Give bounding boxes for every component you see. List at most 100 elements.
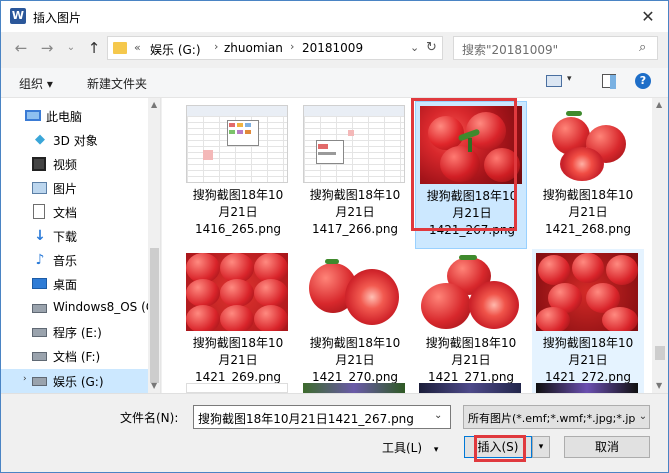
file-grid-scrollbar[interactable]: ▲ ▼: [652, 98, 668, 393]
sidebar-item-this-pc[interactable]: 此电脑: [1, 104, 148, 128]
file-grid-scroll-thumb[interactable]: [655, 346, 665, 360]
chevron-right-icon[interactable]: ›: [290, 40, 294, 53]
search-box[interactable]: 搜索"20181009" ⌕: [453, 36, 658, 60]
divider: [1, 393, 668, 394]
sidebar-item-drive-g[interactable]: › 娱乐 (G:): [1, 369, 148, 393]
help-icon[interactable]: ?: [635, 73, 651, 89]
scroll-up-icon[interactable]: ▲: [656, 100, 662, 109]
view-icon[interactable]: [546, 75, 562, 87]
refresh-icon[interactable]: ↻: [426, 40, 437, 55]
tools-button[interactable]: 工具(L) ▾: [382, 439, 438, 456]
tomato-thumbnail: [536, 253, 638, 331]
folder-icon: [113, 42, 127, 54]
file-item[interactable]: 搜狗截图18年10 月21日 1421_270.png: [299, 249, 411, 393]
sidebar-item-documents[interactable]: 文档: [1, 200, 148, 224]
drive-icon: [32, 328, 47, 337]
sidebar-item-label: 3D 对象: [53, 134, 98, 148]
file-item[interactable]: 搜狗截图18年10 月21日 1421_271.png: [415, 249, 527, 393]
scroll-right-icon[interactable]: ›: [148, 377, 162, 393]
chevron-down-icon[interactable]: ⌄: [410, 41, 419, 54]
file-name: 搜狗截图18年10 月21日 1421_271.png: [425, 336, 517, 384]
music-icon: ♪: [35, 252, 45, 268]
search-input[interactable]: 搜索"20181009": [462, 41, 558, 58]
window-title: 插入图片: [33, 11, 82, 25]
breadcrumb-overflow[interactable]: «: [134, 41, 141, 54]
file-name: 搜狗截图18年10 月21日 1421_272.png: [542, 336, 634, 384]
sidebar-item-label: 文档: [53, 206, 78, 220]
filetype-value: 所有图片(*.emf;*.wmf;*.jpg;*.jp: [468, 412, 636, 425]
file-name: 搜狗截图18年10 月21日 1421_270.png: [309, 336, 401, 384]
filename-input[interactable]: 搜狗截图18年10月21日1421_267.png ⌄: [193, 405, 451, 429]
chevron-down-icon[interactable]: ▾: [567, 74, 572, 84]
file-item[interactable]: 搜狗截图18年10 月21日 1421_268.png: [532, 101, 644, 249]
breadcrumb-current[interactable]: 20181009: [302, 41, 363, 55]
address-bar[interactable]: « 娱乐 (G:) › zhuomian › 20181009 ⌄ ↻: [107, 36, 443, 60]
chevron-down-icon[interactable]: ⌄: [636, 406, 649, 428]
file-name: 搜狗截图18年10 月21日 1416_265.png: [192, 188, 284, 236]
sidebar-item-pictures[interactable]: 图片: [1, 176, 148, 200]
sidebar-item-music[interactable]: ♪ 音乐: [1, 248, 148, 272]
tomato-thumbnail: [536, 105, 638, 183]
sidebar-item-drive-c[interactable]: Windows8_OS (C: [1, 296, 154, 320]
picture-icon: [32, 182, 47, 194]
file-name: 搜狗截图18年10 月21日 1417_266.png: [309, 188, 401, 236]
file-item[interactable]: 搜狗截图18年10 月21日 1416_265.png: [182, 101, 294, 249]
partial-thumbnail[interactable]: [536, 383, 638, 393]
drive-icon: [32, 377, 47, 386]
sidebar-scroll-thumb[interactable]: [150, 248, 159, 383]
partial-thumbnail[interactable]: [186, 383, 288, 393]
sidebar-item-label: 音乐: [53, 254, 78, 268]
organize-button[interactable]: 组织 ▾: [19, 75, 53, 92]
forward-arrow-icon[interactable]: →: [36, 37, 58, 59]
file-item[interactable]: 搜狗截图18年10 月21日 1417_266.png: [299, 101, 411, 249]
tomato-thumbnail: [419, 253, 521, 331]
sidebar-item-label: 文档 (F:): [53, 350, 101, 364]
title-bar: W 插入图片 ✕: [0, 0, 669, 32]
sidebar-item-label: 图片: [53, 182, 78, 196]
partial-thumbnail[interactable]: [419, 383, 521, 393]
drive-icon: [32, 352, 47, 361]
sidebar-item-3d-objects[interactable]: ◆ 3D 对象: [1, 128, 148, 152]
download-icon: ↓: [34, 228, 46, 244]
filename-value: 搜狗截图18年10月21日1421_267.png: [198, 412, 414, 426]
sidebar-item-downloads[interactable]: ↓ 下载: [1, 224, 148, 248]
sidebar-item-label: 视频: [53, 158, 78, 172]
sidebar-item-drive-e[interactable]: 程序 (E:): [1, 320, 148, 344]
sidebar-item-label: 桌面: [53, 278, 78, 292]
partial-thumbnail[interactable]: [303, 383, 405, 393]
word-app-icon: W: [10, 8, 26, 24]
computer-icon: [25, 110, 41, 121]
chevron-right-icon[interactable]: ›: [214, 40, 218, 53]
sidebar-item-label: 此电脑: [46, 110, 83, 124]
close-icon[interactable]: ✕: [634, 5, 662, 29]
search-icon[interactable]: ⌕: [639, 40, 646, 55]
spreadsheet-thumbnail: [303, 105, 405, 183]
drive-icon: [32, 304, 47, 313]
sidebar-item-drive-f[interactable]: 文档 (F:): [1, 344, 148, 368]
chevron-down-icon[interactable]: ⌄: [434, 410, 442, 421]
cube-3d-icon: ◆: [35, 132, 45, 147]
cancel-button[interactable]: 取消: [564, 436, 650, 458]
chevron-right-icon[interactable]: ›: [23, 374, 27, 384]
sidebar-item-label: Windows8_OS (C: [53, 300, 155, 314]
filetype-select[interactable]: 所有图片(*.emf;*.wmf;*.jpg;*.jp ⌄: [463, 405, 650, 429]
insert-dropdown-button[interactable]: ▾: [532, 436, 550, 458]
video-icon: [32, 157, 46, 171]
scroll-up-icon[interactable]: ▲: [151, 100, 157, 109]
file-item-hover[interactable]: 搜狗截图18年10 月21日 1421_272.png: [532, 249, 644, 393]
breadcrumb-folder[interactable]: zhuomian: [224, 41, 283, 55]
file-name: 搜狗截图18年10 月21日 1421_268.png: [542, 188, 634, 236]
up-arrow-icon[interactable]: ↑: [83, 37, 105, 59]
sidebar-item-videos[interactable]: 视频: [1, 152, 148, 176]
sidebar-item-desktop[interactable]: 桌面: [1, 272, 148, 296]
back-arrow-icon[interactable]: ←: [10, 37, 32, 59]
sidebar-scrollbar[interactable]: ▲ ▼: [148, 98, 160, 393]
scroll-down-icon[interactable]: ▼: [656, 381, 662, 390]
recent-dropdown-icon[interactable]: ⌄: [60, 37, 82, 59]
new-folder-button[interactable]: 新建文件夹: [87, 75, 147, 92]
breadcrumb-drive[interactable]: 娱乐 (G:): [150, 41, 201, 58]
file-item[interactable]: 搜狗截图18年10 月21日 1421_269.png: [182, 249, 294, 393]
cancel-label: 取消: [594, 440, 619, 454]
preview-pane-icon[interactable]: [602, 74, 616, 89]
navigation-pane: 此电脑 ◆ 3D 对象 视频 图片 文档 ↓ 下载 ♪ 音乐 桌面 Window…: [1, 98, 161, 393]
